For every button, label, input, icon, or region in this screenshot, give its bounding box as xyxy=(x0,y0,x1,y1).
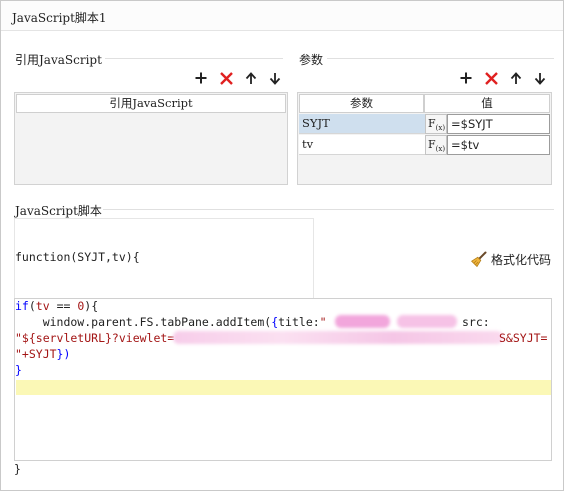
code-keyword: if xyxy=(15,299,29,313)
script-separator xyxy=(103,209,554,210)
ref-js-list[interactable]: 引用JavaScript xyxy=(14,92,288,185)
ref-js-section-label: 引用JavaScript xyxy=(15,53,102,67)
closing-brace: } xyxy=(14,462,21,476)
arrow-down-icon xyxy=(269,72,281,85)
param-row-value[interactable]: =$tv xyxy=(447,135,550,155)
redacted-text xyxy=(335,315,390,328)
param-delete-button[interactable] xyxy=(482,69,500,87)
format-code-label: 格式化代码 xyxy=(491,252,552,267)
redacted-text xyxy=(173,331,503,344)
params-separator xyxy=(327,58,554,59)
code-token: == xyxy=(49,299,78,313)
broom-icon xyxy=(471,251,487,267)
plus-icon xyxy=(460,72,472,84)
ref-js-separator xyxy=(105,58,283,59)
current-line-highlight xyxy=(16,380,551,395)
arrow-up-icon xyxy=(245,71,257,84)
plus-icon xyxy=(195,72,207,84)
code-token: }) xyxy=(56,347,71,361)
formula-button[interactable]: F(x) xyxy=(425,135,447,155)
ref-add-button[interactable] xyxy=(192,69,210,87)
ref-js-column-header[interactable]: 引用JavaScript xyxy=(16,94,286,113)
window-title: JavaScript脚本1 xyxy=(12,11,107,25)
arrow-up-icon xyxy=(510,71,522,84)
format-code-button[interactable]: 格式化代码 xyxy=(471,250,551,268)
redacted-text xyxy=(397,315,457,328)
ref-move-up-button[interactable] xyxy=(242,69,260,87)
params-table: 参数 值 SYJT F(x) =$SYJT tv F(x) =$tv xyxy=(297,92,552,185)
code-string: "${servletURL}?viewlet= xyxy=(15,331,175,345)
title-bar: JavaScript脚本1 xyxy=(1,1,563,31)
code-line: "+SYJT}) xyxy=(15,347,70,361)
code-line: if(tv == 0){ xyxy=(15,299,98,313)
code-token: title: xyxy=(278,315,320,329)
code-token: src: xyxy=(462,315,490,329)
param-name-column-header[interactable]: 参数 xyxy=(299,94,424,113)
param-value-column-header[interactable]: 值 xyxy=(424,94,550,113)
param-move-down-button[interactable] xyxy=(531,69,549,87)
function-header-box: function(SYJT,tv){ xyxy=(14,218,314,298)
delete-x-icon xyxy=(219,71,233,85)
code-editor[interactable]: if(tv == 0){ window.parent.FS.tabPane.ad… xyxy=(14,298,552,461)
code-string: S&SYJT= xyxy=(499,331,548,345)
ref-delete-button[interactable] xyxy=(217,69,235,87)
code-token: window.parent.FS.tabPane.addItem( xyxy=(15,315,272,329)
script-section-label: JavaScript脚本 xyxy=(15,204,102,218)
param-row-value[interactable]: =$SYJT xyxy=(447,114,550,134)
param-row-name[interactable]: SYJT xyxy=(299,114,425,134)
arrow-down-icon xyxy=(534,72,546,85)
delete-x-icon xyxy=(484,71,498,85)
code-token: ( xyxy=(28,299,36,313)
code-line: } xyxy=(15,363,22,377)
formula-button[interactable]: F(x) xyxy=(425,114,447,134)
param-add-button[interactable] xyxy=(457,69,475,87)
dialog-window: JavaScript脚本1 引用JavaScript 引用JavaScript … xyxy=(0,0,564,491)
code-token: ){ xyxy=(84,299,99,313)
function-signature: function(SYJT,tv){ xyxy=(15,250,140,264)
code-string: " xyxy=(319,315,327,329)
code-string: "+SYJT xyxy=(15,347,57,361)
params-section-label: 参数 xyxy=(299,53,324,67)
code-variable: tv xyxy=(35,299,50,313)
code-line: window.parent.FS.tabPane.addItem({title:… xyxy=(15,315,327,329)
param-row-name[interactable]: tv xyxy=(299,135,425,155)
param-move-up-button[interactable] xyxy=(507,69,525,87)
ref-move-down-button[interactable] xyxy=(266,69,284,87)
